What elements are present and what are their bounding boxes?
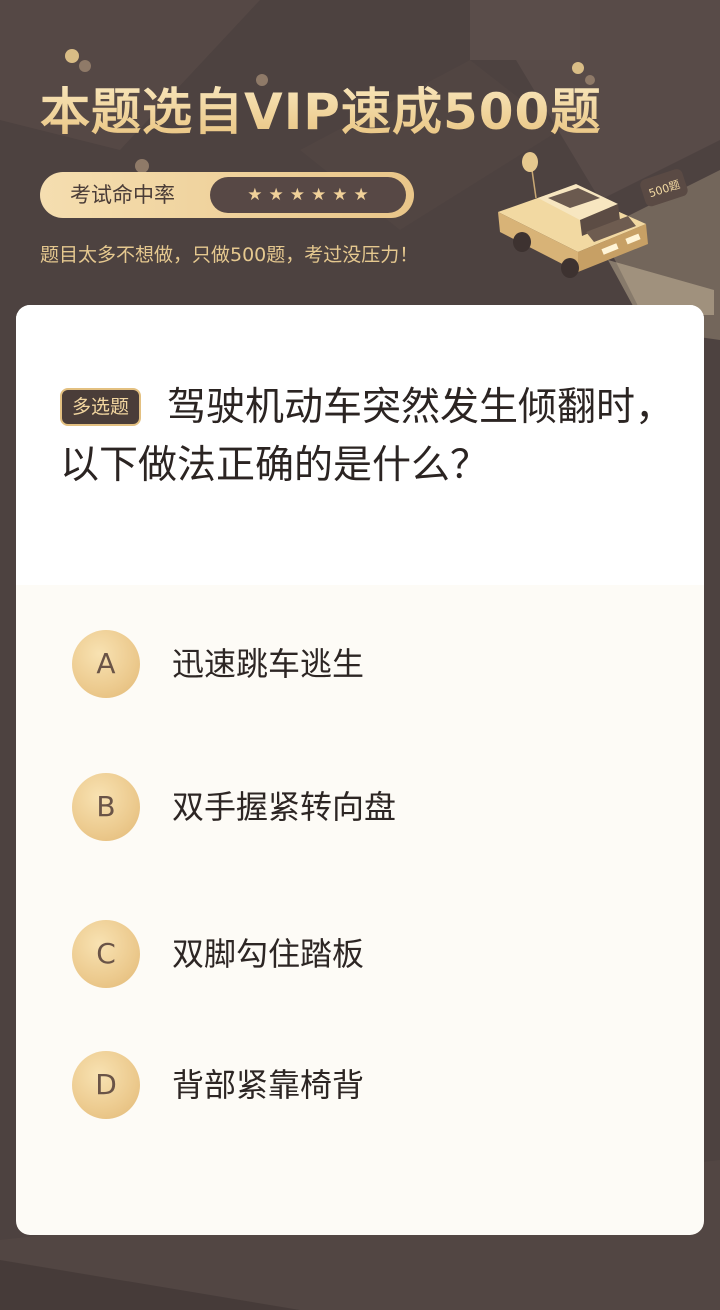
- star-icon: ★: [289, 184, 305, 205]
- option-d[interactable]: D 背部紧靠椅背: [72, 1051, 652, 1119]
- question-stem: 多选题 驾驶机动车突然发生倾翻时，以下做法正确的是什么？: [60, 379, 680, 495]
- question-card: 多选题 驾驶机动车突然发生倾翻时，以下做法正确的是什么？ A 迅速跳车逃生 B 双…: [16, 305, 704, 1235]
- option-text: 双手握紧转向盘: [172, 788, 397, 826]
- option-text: 背部紧靠椅背: [172, 1066, 365, 1104]
- star-icon: ★: [268, 184, 284, 205]
- hit-rate-stars: ★ ★ ★ ★ ★ ★: [210, 177, 406, 213]
- option-text: 迅速跳车逃生: [172, 645, 365, 683]
- hit-rate-pill: 考试命中率 ★ ★ ★ ★ ★ ★: [40, 172, 414, 218]
- star-icon: ★: [332, 184, 348, 205]
- question-area: 多选题 驾驶机动车突然发生倾翻时，以下做法正确的是什么？: [16, 305, 704, 585]
- question-type-badge: 多选题: [60, 388, 142, 426]
- star-icon: ★: [247, 184, 263, 205]
- hit-rate-label: 考试命中率: [70, 183, 175, 207]
- option-letter: A: [72, 630, 140, 698]
- option-letter: B: [72, 773, 140, 841]
- option-text: 双脚勾住踏板: [172, 935, 365, 973]
- banner-subtitle: 题目太多不想做，只做500题，考过没压力！: [40, 244, 419, 266]
- star-icon: ★: [353, 184, 369, 205]
- promo-banner: 本题选自VIP速成500题 考试命中率 ★ ★ ★ ★ ★ ★ 题目太多不想做，…: [0, 0, 720, 315]
- banner-title: 本题选自VIP速成500题: [40, 72, 601, 144]
- option-letter: C: [72, 920, 140, 988]
- option-b[interactable]: B 双手握紧转向盘: [72, 773, 652, 841]
- question-text: 驾驶机动车突然发生倾翻时，以下做法正确的是什么？: [60, 385, 675, 488]
- star-icon: ★: [311, 184, 327, 205]
- option-c[interactable]: C 双脚勾住踏板: [72, 920, 652, 988]
- option-letter: D: [72, 1051, 140, 1119]
- car-illustration: 500题: [498, 152, 714, 315]
- option-a[interactable]: A 迅速跳车逃生: [72, 630, 652, 698]
